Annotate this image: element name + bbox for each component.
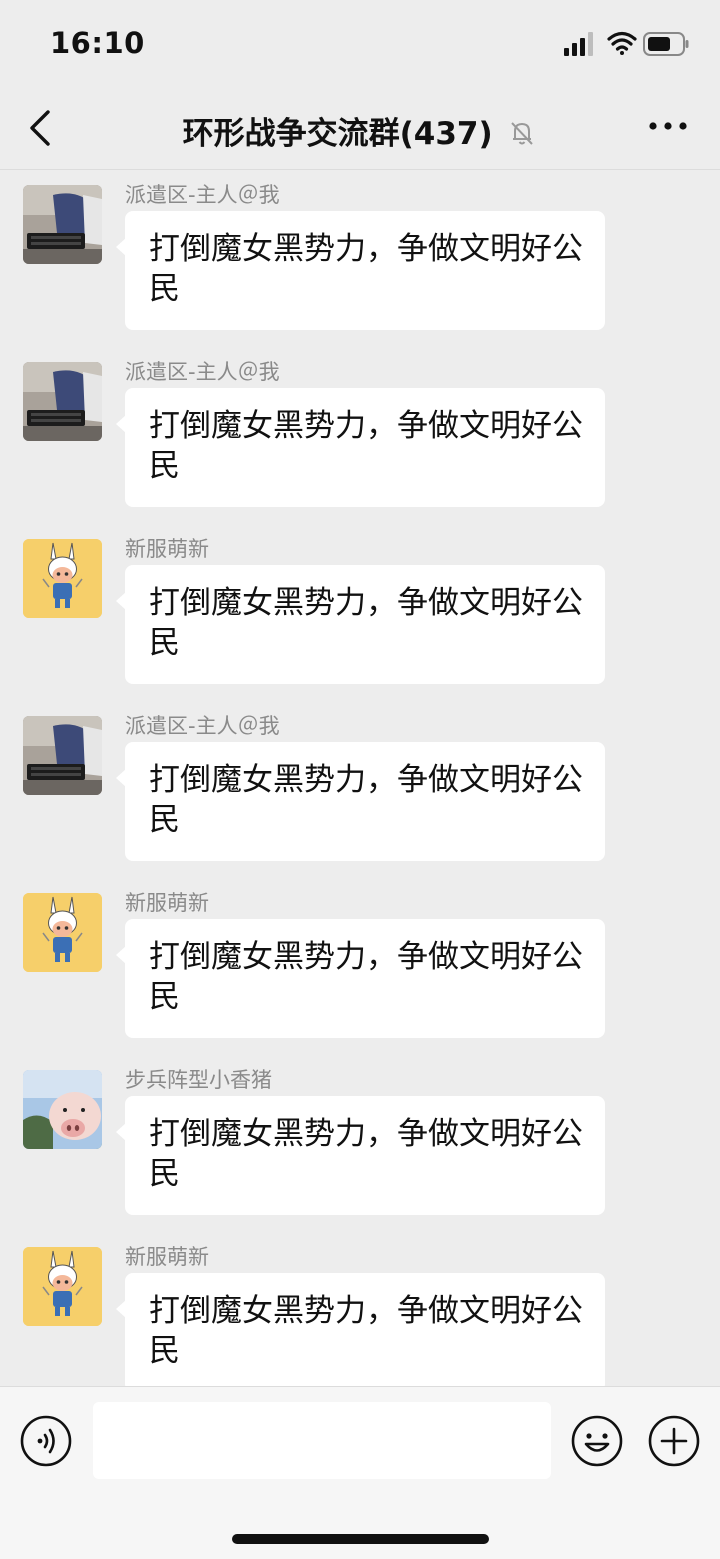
message-bubble[interactable]: 打倒魔女黑势力，争做文明好公民 (116, 565, 605, 684)
more-button[interactable] (648, 118, 688, 134)
battery-icon (643, 32, 689, 56)
avatar[interactable] (23, 1247, 102, 1326)
message-bubble[interactable]: 打倒魔女黑势力，争做文明好公民 (116, 919, 605, 1038)
sender-name: 新服萌新 (125, 891, 209, 915)
avatar[interactable] (23, 185, 102, 264)
plus-icon (648, 1415, 700, 1467)
avatar[interactable] (23, 716, 102, 795)
desk-photo-avatar (23, 362, 102, 441)
home-indicator[interactable] (232, 1534, 489, 1544)
pig-photo-avatar (23, 1070, 102, 1149)
sender-name: 派遣区-主人＠我 (125, 360, 280, 384)
chat-message: 新服萌新 打倒魔女黑势力，争做文明好公民 (0, 879, 720, 1055)
message-bubble[interactable]: 打倒魔女黑势力，争做文明好公民 (116, 388, 605, 507)
wifi-icon (607, 31, 637, 55)
chat-message: 步兵阵型小香猪 打倒魔女黑势力，争做文明好公民 (0, 1056, 720, 1232)
voice-button[interactable] (20, 1415, 72, 1467)
message-bubble[interactable]: 打倒魔女黑势力，争做文明好公民 (116, 1273, 605, 1386)
status-time: 16:10 (50, 26, 145, 60)
desk-photo-avatar (23, 185, 102, 264)
avatar[interactable] (23, 893, 102, 972)
chat-message: 新服萌新 打倒魔女黑势力，争做文明好公民 (0, 525, 720, 701)
cellular-signal-icon (564, 32, 593, 56)
plus-button[interactable] (648, 1415, 700, 1467)
status-icons (560, 28, 690, 62)
emoji-button[interactable] (571, 1415, 623, 1467)
chat-title-area: 环形战争交流群(437) (0, 108, 720, 153)
voice-icon (20, 1415, 72, 1467)
message-bubble[interactable]: 打倒魔女黑势力，争做文明好公民 (116, 742, 605, 861)
chat-message: 派遣区-主人＠我 打倒魔女黑势力，争做文明好公民 (0, 171, 720, 347)
chat-title: 环形战争交流群(437) (182, 116, 493, 152)
cartoon-avatar (23, 1247, 102, 1326)
emoji-icon (571, 1415, 623, 1467)
chat-message-list[interactable]: 派遣区-主人＠我 打倒魔女黑势力，争做文明好公民 派遣区-主人＠我 打倒魔女黑势… (0, 171, 720, 1386)
message-bubble[interactable]: 打倒魔女黑势力，争做文明好公民 (116, 211, 605, 330)
avatar[interactable] (23, 362, 102, 441)
avatar[interactable] (23, 1070, 102, 1149)
sender-name: 新服萌新 (125, 537, 209, 561)
sender-name: 新服萌新 (125, 1245, 209, 1269)
sender-name: 步兵阵型小香猪 (125, 1068, 272, 1092)
message-bubble[interactable]: 打倒魔女黑势力，争做文明好公民 (116, 1096, 605, 1215)
chat-message: 新服萌新 打倒魔女黑势力，争做文明好公民 (0, 1233, 720, 1386)
status-bar: 16:10 (0, 0, 720, 90)
desk-photo-avatar (23, 716, 102, 795)
chat-message: 派遣区-主人＠我 打倒魔女黑势力，争做文明好公民 (0, 702, 720, 878)
message-input[interactable] (93, 1402, 551, 1479)
bell-muted-icon (511, 121, 534, 145)
nav-bar: 环形战争交流群(437) (0, 90, 720, 170)
cartoon-avatar (23, 539, 102, 618)
chat-message: 派遣区-主人＠我 打倒魔女黑势力，争做文明好公民 (0, 348, 720, 524)
sender-name: 派遣区-主人＠我 (125, 714, 280, 738)
sender-name: 派遣区-主人＠我 (125, 183, 280, 207)
avatar[interactable] (23, 539, 102, 618)
more-dots-icon (649, 122, 687, 130)
cartoon-avatar (23, 893, 102, 972)
